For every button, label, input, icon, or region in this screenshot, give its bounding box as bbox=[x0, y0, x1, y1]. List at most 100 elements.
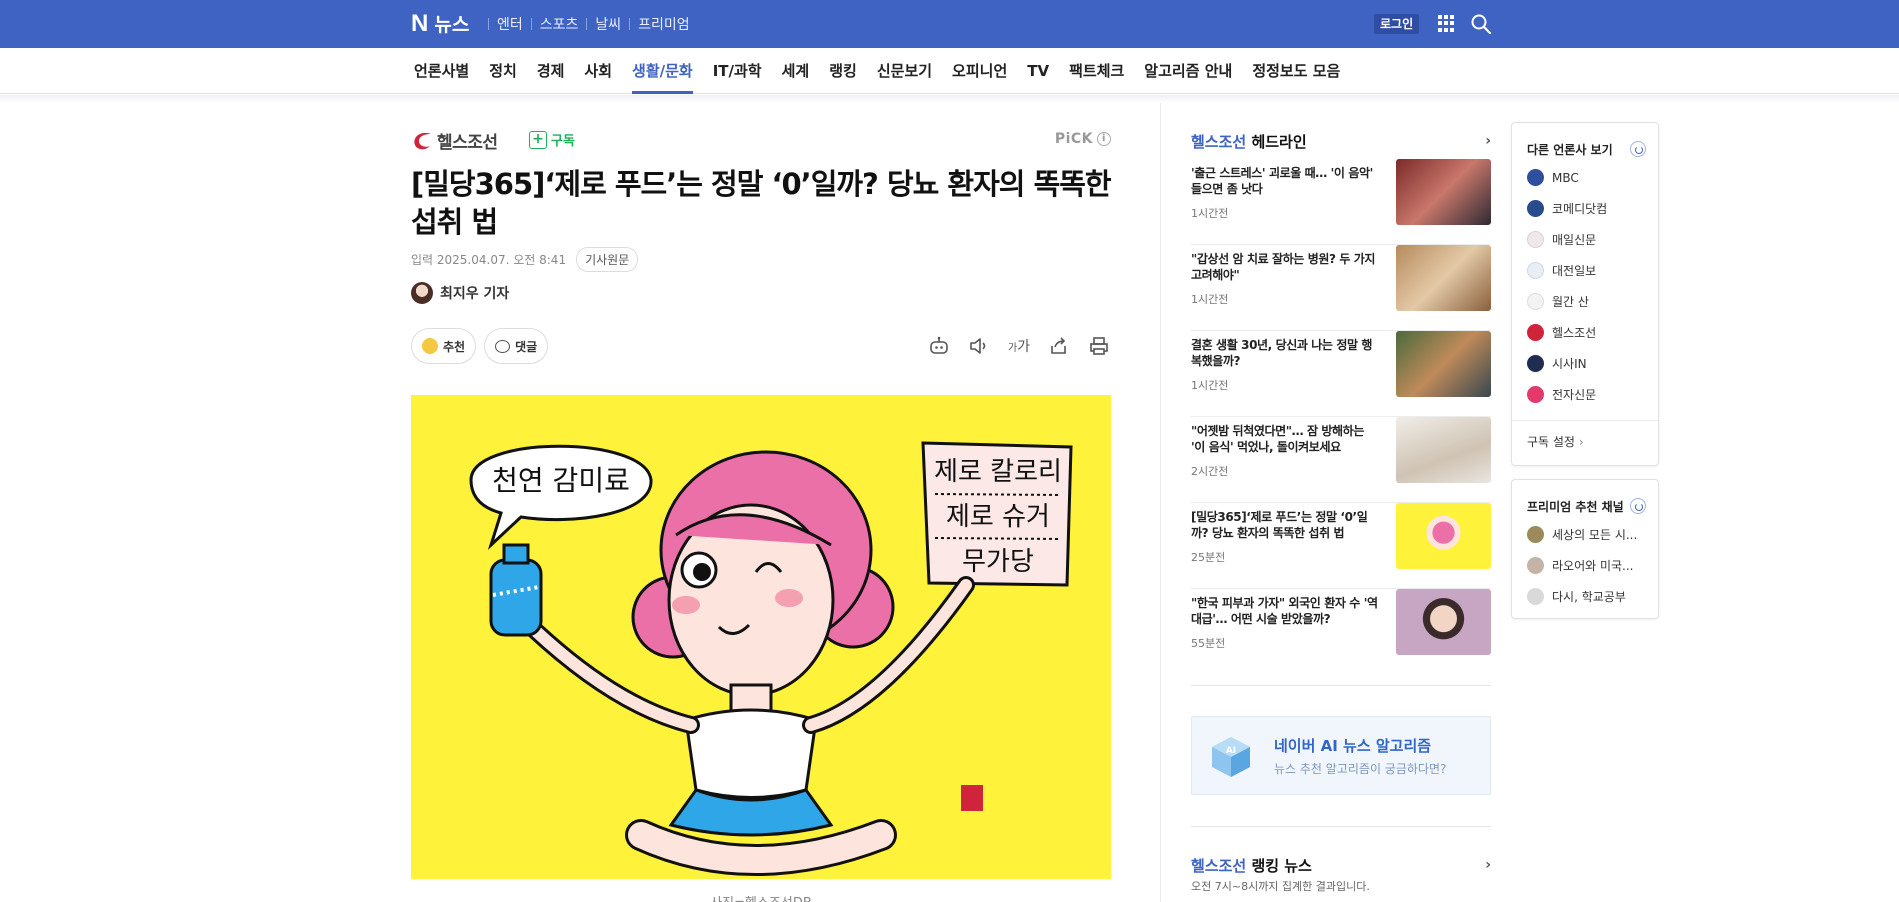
press-list-item[interactable]: 매일신문 bbox=[1527, 231, 1596, 248]
ranking-title[interactable]: 헬스조선 랭킹 뉴스 › bbox=[1191, 855, 1491, 876]
press-logo-icon bbox=[1527, 293, 1544, 310]
chevron-right-icon: › bbox=[1485, 133, 1491, 149]
reporter[interactable]: 최지우 기자 bbox=[411, 282, 509, 304]
premium-channel-name: 세상의 모든 시... bbox=[1552, 528, 1638, 542]
headline-item[interactable]: "갑상선 암 치료 잘하는 병원? 두 가지 고려해야" 1시간전 bbox=[1191, 245, 1491, 331]
reporter-name: 최지우 기자 bbox=[440, 286, 510, 302]
press-list-name: 전자신문 bbox=[1552, 388, 1597, 402]
nav-shadow bbox=[0, 95, 1899, 103]
press-list-item[interactable]: 전자신문 bbox=[1527, 386, 1596, 403]
premium-channel-item[interactable]: 라오어와 미국... bbox=[1527, 557, 1634, 574]
press-list-name: 시사IN bbox=[1552, 357, 1587, 371]
nav-item-newspaper[interactable]: 신문보기 bbox=[867, 48, 942, 94]
nav-item-society[interactable]: 사회 bbox=[574, 48, 622, 94]
press-list-name: 코메디닷컴 bbox=[1552, 202, 1608, 216]
other-press-box: 다른 언론사 보기 MBC 코메디닷컴 매일신문 대전일보 월간 산 헬스조선 … bbox=[1511, 122, 1659, 466]
headline-item[interactable]: [밀당365]‘제로 푸드’는 정말 ‘0’일까? 당뇨 환자의 똑똑한 섭취 … bbox=[1191, 503, 1491, 589]
press-list-item[interactable]: 월간 산 bbox=[1527, 293, 1589, 310]
nav-item-ranking[interactable]: 랭킹 bbox=[819, 48, 867, 94]
headline-item[interactable]: "어젯밤 뒤척였다면"… 잠 방해하는 '이 음식' 먹었나, 돌이켜보세요 2… bbox=[1191, 417, 1491, 503]
original-article-link[interactable]: 기사원문 bbox=[576, 247, 639, 272]
press-list-item[interactable]: 대전일보 bbox=[1527, 262, 1596, 279]
healthchosun-logo-icon bbox=[414, 132, 431, 149]
font-size-icon[interactable]: 가가 bbox=[1007, 335, 1031, 357]
press-list-item[interactable]: MBC bbox=[1527, 169, 1579, 186]
nav-item-it-science[interactable]: IT/과학 bbox=[703, 48, 772, 94]
refresh-icon[interactable] bbox=[1630, 141, 1646, 157]
headline-item[interactable]: "한국 피부과 가자" 외국인 환자 수 '역대급'… 어떤 시술 받았을까? … bbox=[1191, 589, 1491, 675]
press-logo-icon bbox=[1527, 169, 1544, 186]
sign-line-1: 제로 칼로리 bbox=[934, 457, 1062, 487]
press-list-item[interactable]: 헬스조선 bbox=[1527, 324, 1596, 341]
subscription-settings-link[interactable]: 구독 설정 › bbox=[1527, 433, 1584, 450]
service-link-entertainment[interactable]: 엔터 bbox=[489, 14, 531, 34]
press-logo-icon bbox=[1527, 355, 1544, 372]
refresh-icon[interactable] bbox=[1630, 498, 1646, 514]
pick-badge[interactable]: PiCK i bbox=[1055, 131, 1111, 147]
headline-item[interactable]: '출근 스트레스' 괴로울 때… '이 음악' 들으면 좀 낫다 1시간전 bbox=[1191, 159, 1491, 245]
headline-thumbnail bbox=[1396, 245, 1491, 311]
subscribe-button[interactable]: + 구독 bbox=[529, 130, 575, 149]
cartoon-illustration: 천연 감미료 제로 칼로리 제로 슈거 무가당 bbox=[411, 395, 1111, 879]
headline-item-time: 1시간전 bbox=[1191, 379, 1229, 392]
comment-button[interactable]: 댓글 bbox=[484, 328, 549, 364]
premium-channel-name: 라오어와 미국... bbox=[1552, 559, 1634, 573]
service-link-sports[interactable]: 스포츠 bbox=[532, 14, 587, 34]
premium-channel-name: 다시, 학교공부 bbox=[1552, 590, 1626, 604]
news-logo-text: 뉴스 bbox=[434, 14, 470, 36]
reaction-actions: 추천 댓글 bbox=[411, 328, 549, 364]
nav-item-world[interactable]: 세계 bbox=[772, 48, 820, 94]
ai-cube-icon: AI bbox=[1212, 737, 1250, 777]
premium-channel-item[interactable]: 다시, 학교공부 bbox=[1527, 588, 1626, 605]
nav-item-life-culture[interactable]: 생활/문화 bbox=[622, 48, 703, 94]
headline-item-time: 25분전 bbox=[1191, 551, 1226, 564]
premium-channel-item[interactable]: 세상의 모든 시... bbox=[1527, 526, 1637, 543]
naver-news-logo[interactable]: N 뉴스 bbox=[411, 10, 469, 37]
service-links: 엔터 스포츠 날씨 프리미엄 bbox=[488, 0, 698, 48]
headline-item-time: 2시간전 bbox=[1191, 465, 1229, 478]
apps-grid-icon[interactable] bbox=[1438, 15, 1455, 32]
nav-item-politics[interactable]: 정치 bbox=[479, 48, 527, 94]
recommend-button[interactable]: 추천 bbox=[411, 328, 477, 364]
audio-speaker-icon[interactable] bbox=[967, 335, 991, 357]
other-press-title: 다른 언론사 보기 bbox=[1527, 143, 1613, 157]
reporter-avatar bbox=[411, 282, 433, 304]
headlines-label: 헤드라인 bbox=[1251, 133, 1307, 151]
ranking-press: 헬스조선 bbox=[1191, 857, 1247, 875]
press-list-item[interactable]: 시사IN bbox=[1527, 355, 1587, 372]
service-link-weather[interactable]: 날씨 bbox=[587, 14, 629, 34]
section-divider bbox=[1191, 685, 1491, 686]
print-icon[interactable] bbox=[1087, 335, 1111, 357]
headline-thumbnail bbox=[1396, 159, 1491, 225]
article-meta: 입력 2025.04.07. 오전 8:41 기사원문 bbox=[411, 247, 639, 272]
headlines-press: 헬스조선 bbox=[1191, 133, 1247, 151]
nav-item-opinion[interactable]: 오피니언 bbox=[942, 48, 1017, 94]
pick-label: PiCK bbox=[1054, 131, 1093, 147]
smile-icon bbox=[422, 338, 438, 354]
chevron-right-icon: › bbox=[1485, 857, 1491, 873]
share-icon[interactable] bbox=[1047, 335, 1071, 357]
image-caption: 사진=헬스조선DB bbox=[411, 892, 1111, 902]
nav-item-economy[interactable]: 경제 bbox=[527, 48, 575, 94]
column-divider bbox=[1160, 103, 1161, 902]
press-logo[interactable]: 헬스조선 bbox=[411, 128, 498, 153]
headlines-title[interactable]: 헬스조선 헤드라인 › bbox=[1191, 131, 1491, 152]
headline-item-title: [밀당365]‘제로 푸드’는 정말 ‘0’일까? 당뇨 환자의 똑똑한 섭취 … bbox=[1191, 510, 1368, 540]
article-image[interactable]: 천연 감미료 제로 칼로리 제로 슈거 무가당 bbox=[411, 395, 1111, 879]
headline-item[interactable]: 결혼 생활 30년, 당신과 나는 정말 행복했을까? 1시간전 bbox=[1191, 331, 1491, 417]
nav-item-tv[interactable]: TV bbox=[1017, 48, 1059, 94]
nav-item-corrections[interactable]: 정정보도 모음 bbox=[1242, 48, 1350, 94]
summary-bot-icon[interactable] bbox=[927, 335, 951, 357]
press-list-item[interactable]: 코메디닷컴 bbox=[1527, 200, 1607, 217]
ai-algorithm-banner[interactable]: AI 네이버 AI 뉴스 알고리즘 뉴스 추천 알고리즘이 궁금하다면? bbox=[1191, 716, 1491, 795]
press-logo-icon bbox=[1527, 231, 1544, 248]
channel-avatar bbox=[1527, 588, 1544, 605]
ai-banner-title: 네이버 AI 뉴스 알고리즘 bbox=[1274, 737, 1432, 755]
search-icon[interactable] bbox=[1470, 13, 1492, 35]
nav-item-press[interactable]: 언론사별 bbox=[404, 48, 479, 94]
service-link-premium[interactable]: 프리미엄 bbox=[630, 14, 698, 34]
nav-item-factcheck[interactable]: 팩트체크 bbox=[1059, 48, 1134, 94]
login-button[interactable]: 로그인 bbox=[1374, 14, 1420, 34]
nav-item-algorithm[interactable]: 알고리즘 안내 bbox=[1134, 48, 1242, 94]
press-row: 헬스조선 + 구독 PiCK i bbox=[411, 128, 1111, 153]
